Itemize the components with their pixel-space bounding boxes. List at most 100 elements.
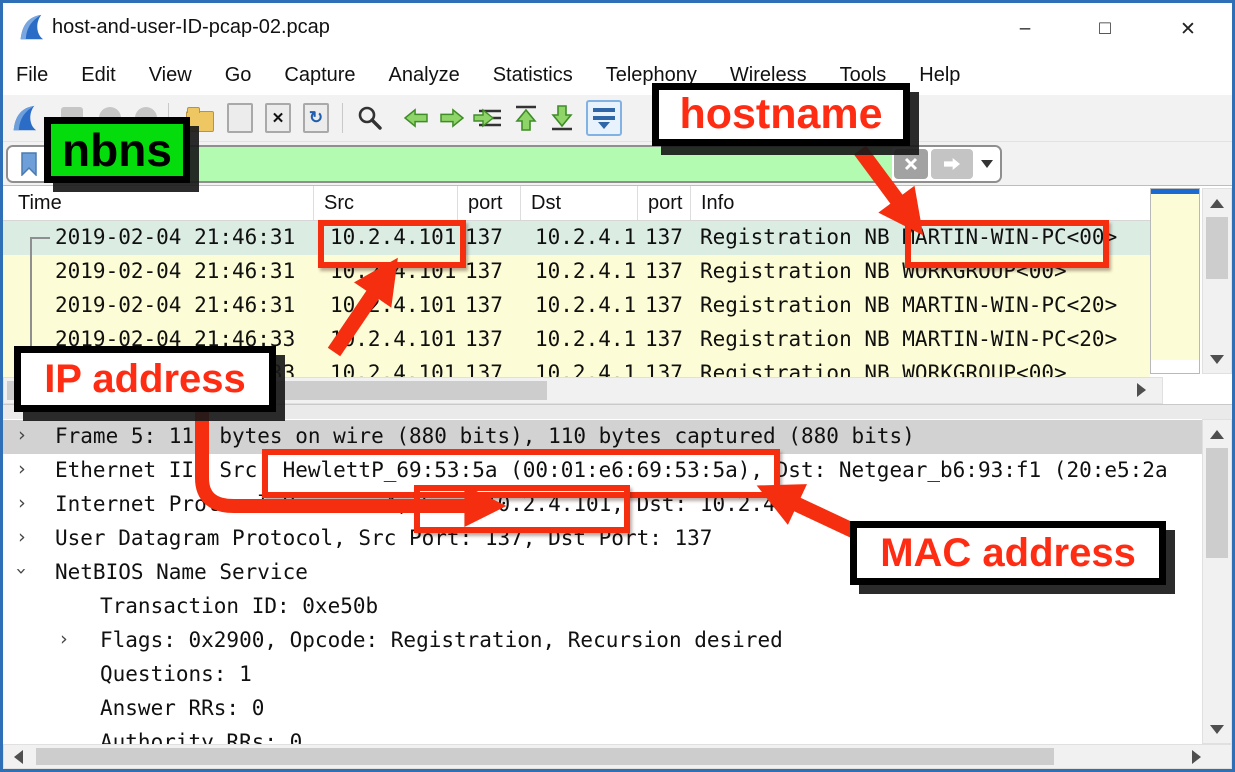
filter-toolbar: Expression... + [0, 142, 1235, 186]
scroll-left-icon[interactable] [6, 745, 30, 769]
maximize-button[interactable]: □ [1085, 14, 1125, 44]
menu-help[interactable]: Help [919, 64, 960, 87]
scroll-right-icon[interactable] [1129, 378, 1153, 402]
cell-dst: 10.2.4.1 [535, 327, 636, 351]
go-forward-icon[interactable] [434, 99, 470, 137]
find-packet-icon[interactable] [352, 99, 388, 137]
column-header-time[interactable]: Time [8, 186, 62, 220]
cell-src: 10.2.4.101 [330, 293, 456, 317]
go-to-packet-icon[interactable] [470, 99, 506, 137]
go-last-packet-icon[interactable] [544, 99, 580, 137]
menu-wireless[interactable]: Wireless [730, 64, 807, 87]
cell-src: 10.2.4.101 [330, 259, 456, 283]
packet-list-hscrollbar[interactable] [3, 377, 1163, 404]
detail-line[interactable]: ›Internet Protocol Version 4, Src: 10.2.… [0, 488, 1202, 522]
cell-dst: 10.2.4.1 [535, 293, 636, 317]
scroll-up-icon[interactable] [1205, 191, 1229, 215]
hscroll-thumb[interactable] [36, 748, 1054, 765]
packet-row[interactable]: 2019-02-04 21:46:33 10.2.4.101 137 10.2.4.1… [0, 323, 1150, 357]
detail-line[interactable]: Answer RRs: 0 [0, 692, 1202, 726]
scroll-up-icon[interactable] [1205, 422, 1229, 446]
cell-dport: 137 [645, 225, 683, 249]
menu-telephony[interactable]: Telephony [606, 64, 697, 87]
detail-line[interactable]: Transaction ID: 0xe50b [0, 590, 1202, 624]
cell-src: 10.2.4.101 [330, 327, 456, 351]
expand-icon[interactable]: › [16, 492, 27, 514]
column-header-src[interactable]: Src [313, 186, 354, 220]
reload-file-icon[interactable]: ↻ [298, 99, 334, 137]
detail-line[interactable]: Authority RRs: 0 [0, 726, 1202, 744]
packet-list-minimap[interactable] [1150, 188, 1200, 374]
go-back-icon[interactable] [398, 99, 434, 137]
filter-clear-icon[interactable] [894, 149, 928, 179]
display-filter-input[interactable] [51, 147, 892, 181]
cell-sport: 137 [465, 327, 503, 351]
cell-sport: 137 [465, 293, 503, 317]
menu-file[interactable]: File [16, 64, 48, 87]
minimap-footer [1151, 360, 1199, 373]
start-capture-icon[interactable] [6, 99, 42, 137]
menu-statistics[interactable]: Statistics [493, 64, 573, 87]
column-header-port-src[interactable]: port [457, 186, 502, 220]
scroll-down-icon[interactable] [1205, 347, 1229, 371]
vscroll-thumb[interactable] [1206, 448, 1228, 558]
pane-splitter[interactable] [0, 404, 1235, 419]
menu-view[interactable]: View [149, 64, 192, 87]
detail-line[interactable]: ›User Datagram Protocol, Src Port: 137, … [0, 522, 1202, 556]
save-file-icon[interactable] [222, 99, 258, 137]
close-button[interactable]: ✕ [1168, 14, 1208, 44]
stop-capture-icon[interactable] [54, 99, 90, 137]
display-filter-box [6, 145, 1002, 183]
filter-apply-icon[interactable] [931, 149, 973, 179]
scroll-right-icon[interactable] [1184, 745, 1208, 769]
cell-dst: 10.2.4.1 [535, 225, 636, 249]
cell-info: Registration NB MARTIN-WIN-PC<20> [700, 327, 1117, 351]
cell-dst: 10.2.4.1 [535, 361, 636, 377]
capture-options-icon[interactable] [128, 99, 164, 137]
detail-line[interactable]: ›NetBIOS Name Service [0, 556, 1202, 590]
details-vscrollbar[interactable] [1202, 419, 1232, 744]
toolbar-separator [342, 103, 343, 133]
expand-icon[interactable]: › [16, 526, 27, 548]
column-header-dst[interactable]: Dst [520, 186, 561, 220]
column-header-port-dst[interactable]: port [637, 186, 682, 220]
close-file-icon[interactable]: ✕ [260, 99, 296, 137]
detail-text: Ethernet II, Src: HewlettP_69:53:5a (00:… [55, 458, 1168, 482]
packet-row[interactable]: 2019-02-04 21:46:3310.2.4.10113710.2.4.1… [0, 357, 1150, 377]
filter-history-caret-icon[interactable] [974, 147, 1000, 181]
packet-list-vscrollbar[interactable] [1202, 188, 1232, 374]
menu-go[interactable]: Go [225, 64, 252, 87]
packet-list-header: TimeSrcportDstportInfo [0, 186, 1150, 221]
menu-capture[interactable]: Capture [284, 64, 355, 87]
expand-icon[interactable]: › [58, 628, 69, 650]
detail-line[interactable]: ›Flags: 0x2900, Opcode: Registration, Re… [0, 624, 1202, 658]
vscroll-thumb[interactable] [1206, 217, 1228, 279]
menu-tools[interactable]: Tools [840, 64, 887, 87]
expand-icon[interactable]: › [16, 458, 27, 480]
detail-line[interactable]: ›Frame 5: 110 bytes on wire (880 bits), … [0, 420, 1202, 454]
hscroll-thumb[interactable] [7, 381, 547, 400]
menu-analyze[interactable]: Analyze [389, 64, 460, 87]
auto-scroll-icon[interactable] [586, 99, 622, 137]
collapse-icon[interactable]: › [11, 565, 33, 576]
menu-edit[interactable]: Edit [81, 64, 115, 87]
expand-icon[interactable]: › [16, 424, 27, 446]
cell-time: 2019-02-04 21:46:31 [55, 259, 295, 283]
packet-row[interactable]: 2019-02-04 21:46:3110.2.4.10113710.2.4.1… [0, 221, 1150, 255]
filter-bookmark-icon[interactable] [8, 147, 51, 181]
minimize-button[interactable]: – [1005, 14, 1045, 44]
scroll-down-icon[interactable] [1205, 717, 1229, 741]
detail-text: Answer RRs: 0 [100, 696, 264, 720]
cell-time: 2019-02-04 21:46:33 [55, 327, 295, 351]
go-first-packet-icon[interactable] [508, 99, 544, 137]
wireshark-fin-icon [16, 12, 46, 42]
column-header-info[interactable]: Info [690, 186, 734, 220]
packet-row[interactable]: 2019-02-04 21:46:3110.2.4.10113710.2.4.1… [0, 289, 1150, 323]
packet-details: ›Frame 5: 110 bytes on wire (880 bits), … [0, 419, 1202, 744]
restart-capture-icon[interactable] [92, 99, 128, 137]
detail-line[interactable]: Questions: 1 [0, 658, 1202, 692]
detail-line[interactable]: › Ethernet II, Src: HewlettP_69:53:5a (00… [0, 454, 1202, 488]
details-hscrollbar[interactable] [3, 744, 1232, 769]
open-file-icon[interactable] [182, 99, 218, 137]
packet-row[interactable]: 2019-02-04 21:46:3110.2.4.10113710.2.4.1… [0, 255, 1150, 289]
